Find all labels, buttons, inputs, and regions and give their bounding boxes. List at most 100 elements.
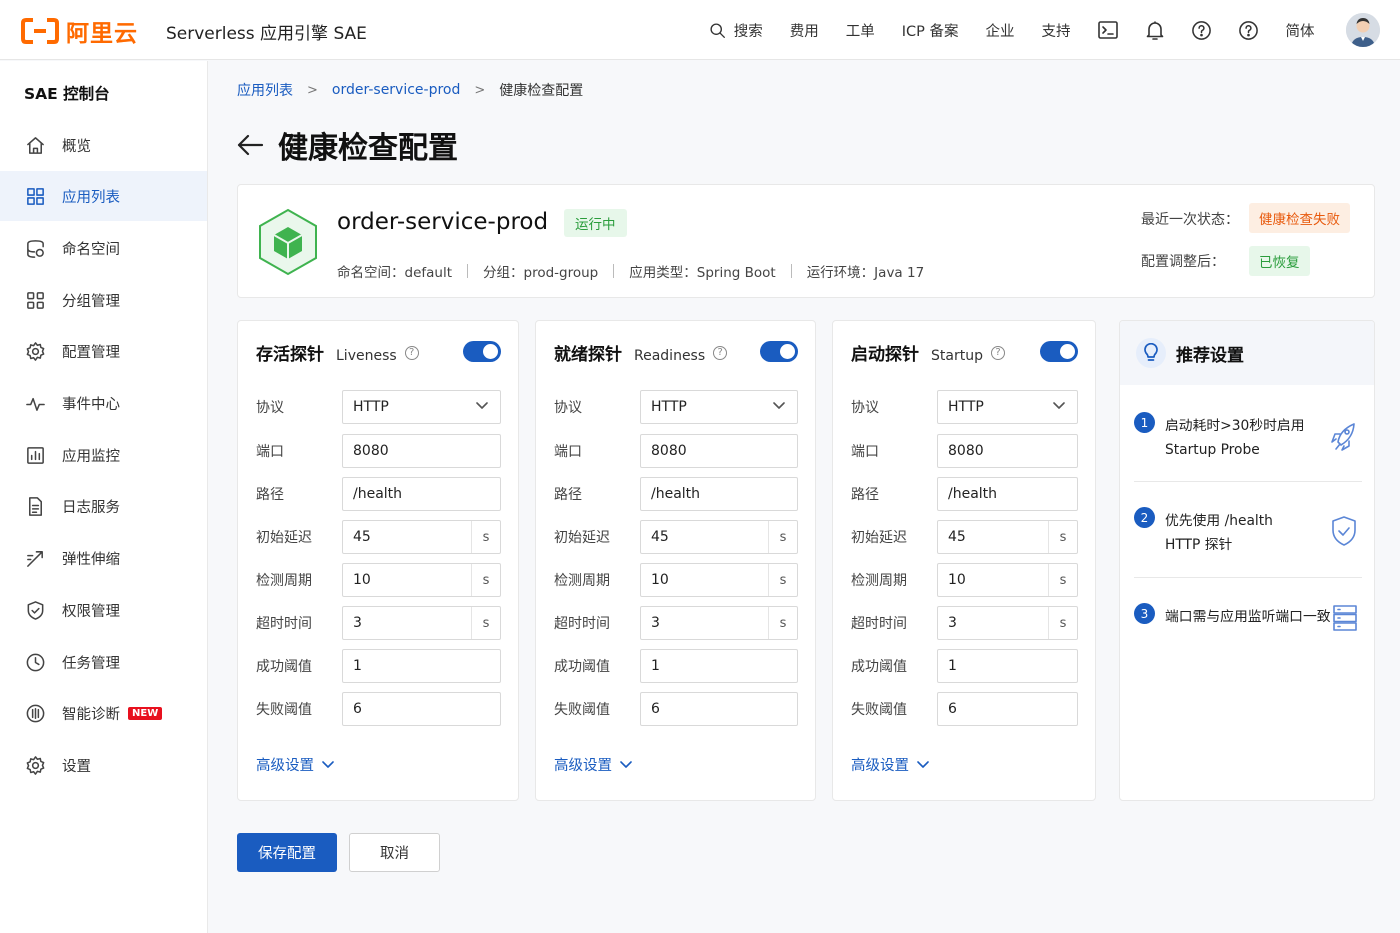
advanced-settings-toggle[interactable]: 高级设置: [256, 754, 334, 775]
divider: [467, 264, 469, 278]
advanced-settings-toggle[interactable]: 高级设置: [851, 754, 929, 775]
timeout-input[interactable]: 3s: [342, 606, 501, 640]
field-row: 失败阈值 6: [554, 692, 798, 726]
field-label: 超时时间: [256, 616, 312, 632]
port-input[interactable]: 8080: [640, 434, 798, 468]
help-icon[interactable]: ?: [990, 345, 1005, 360]
initial-delay-input[interactable]: 45 s: [640, 520, 798, 554]
success-input[interactable]: 1: [640, 649, 798, 683]
field-row: 协议 HTTP: [554, 390, 798, 424]
terminal-button[interactable]: [1084, 20, 1131, 40]
sidebar-item-label: 日志服务: [62, 499, 120, 516]
probe-enable-toggle[interactable]: [1040, 341, 1078, 362]
period-input[interactable]: 10 s: [640, 563, 798, 597]
advanced-label: 高级设置: [256, 758, 314, 774]
settings-icon: [26, 755, 45, 775]
sidebar-item-app-list[interactable]: 应用列表: [0, 171, 207, 221]
field-row: 检测周期 10 s: [256, 563, 501, 597]
protocol-input[interactable]: HTTP: [937, 390, 1078, 424]
question-icon: [1239, 20, 1258, 40]
probe-title: 存活探针: [256, 345, 324, 365]
sidebar-item-permissions[interactable]: 权限管理: [0, 585, 207, 635]
unit-suffix: s: [471, 521, 500, 553]
failure-input[interactable]: 6: [640, 692, 798, 726]
field-value: 1: [651, 658, 660, 674]
timeout-input[interactable]: 3s: [937, 606, 1078, 640]
aliyun-logo[interactable]: 阿里云: [20, 14, 138, 48]
success-input[interactable]: 1: [342, 649, 501, 683]
failure-input[interactable]: 6: [937, 692, 1078, 726]
path-input[interactable]: /health: [342, 477, 501, 511]
advanced-settings-toggle[interactable]: 高级设置: [554, 754, 632, 775]
question-button[interactable]: [1225, 20, 1272, 41]
help-icon[interactable]: ?: [404, 345, 419, 360]
probe-card-liveness: 存活探针 Liveness? 协议 HTTP 端口 8080 路径/health 初始延迟 45…: [237, 320, 519, 801]
nav-enterprise[interactable]: 企业: [972, 20, 1028, 41]
nav-icp[interactable]: ICP 备案: [888, 20, 972, 41]
back-arrow-icon[interactable]: [236, 133, 264, 157]
last-status-badge: 健康检查失败: [1249, 203, 1350, 233]
sidebar-item-label: 弹性伸缩: [62, 551, 120, 568]
success-input[interactable]: 1: [937, 649, 1078, 683]
sidebar-item-groups[interactable]: 分组管理: [0, 275, 207, 325]
chevron-down-icon: [476, 402, 488, 409]
period-input[interactable]: 10 s: [342, 563, 501, 597]
help-icon: [1192, 20, 1211, 40]
breadcrumb-app-list[interactable]: 应用列表: [237, 80, 293, 100]
sidebar-item-events[interactable]: 事件中心: [0, 378, 207, 428]
path-input[interactable]: /health: [937, 477, 1078, 511]
recommend-line: Startup Probe: [1165, 442, 1260, 458]
advanced-label: 高级设置: [851, 758, 909, 774]
initial-delay-input[interactable]: 45 s: [342, 520, 501, 554]
apps-grid-icon: [27, 187, 44, 205]
sidebar-item-settings[interactable]: 设置: [0, 740, 207, 790]
probe-enable-toggle[interactable]: [760, 341, 798, 362]
step-number: 1: [1134, 412, 1155, 433]
period-input[interactable]: 10 s: [937, 563, 1078, 597]
sidebar-item-tasks[interactable]: 任务管理: [0, 637, 207, 687]
brand-name: 阿里云: [66, 21, 138, 47]
save-button[interactable]: 保存配置: [237, 833, 337, 872]
port-input[interactable]: 8080: [937, 434, 1078, 468]
step-number: 3: [1134, 603, 1155, 624]
port-input[interactable]: 8080: [342, 434, 501, 468]
initial-delay-input[interactable]: 45 s: [937, 520, 1078, 554]
help-icon[interactable]: ?: [713, 345, 728, 360]
field-value: 6: [353, 701, 362, 717]
after-adjust-badge: 已恢复: [1249, 246, 1310, 276]
search-button[interactable]: 搜索: [695, 20, 776, 41]
avatar[interactable]: [1346, 13, 1380, 47]
notification-button[interactable]: [1131, 20, 1178, 41]
probe-header: 启动探针 Startup?: [851, 340, 1005, 365]
field-row: 成功阈值 1: [554, 649, 798, 683]
probe-subtitle: Startup: [931, 348, 983, 364]
sidebar-item-diagnosis[interactable]: 智能诊断 NEW: [0, 688, 207, 738]
protocol-input[interactable]: HTTP: [342, 390, 501, 424]
field-label: 失败阈值: [851, 702, 907, 718]
field-value: 1: [948, 658, 957, 674]
path-input[interactable]: /health: [640, 477, 798, 511]
nav-tickets[interactable]: 工单: [832, 20, 888, 41]
nav-support[interactable]: 支持: [1028, 20, 1084, 41]
app-cube-icon: [259, 208, 317, 276]
sidebar-item-monitor[interactable]: 应用监控: [0, 430, 207, 480]
sidebar-item-logs[interactable]: 日志服务: [0, 481, 207, 531]
nav-billing[interactable]: 费用: [776, 20, 832, 41]
failure-input[interactable]: 6: [342, 692, 501, 726]
unit-suffix: s: [471, 564, 500, 596]
sidebar-item-label: 权限管理: [62, 603, 120, 620]
chevron-right-icon: >: [307, 82, 318, 98]
cancel-button[interactable]: 取消: [349, 833, 440, 872]
protocol-input[interactable]: HTTP: [640, 390, 798, 424]
log-file-icon: [29, 496, 42, 516]
timeout-input[interactable]: 3s: [640, 606, 798, 640]
sidebar-item-config[interactable]: 配置管理: [0, 326, 207, 376]
probe-enable-toggle[interactable]: [463, 341, 501, 362]
help-button[interactable]: [1178, 20, 1225, 41]
sidebar-item-autoscale[interactable]: 弹性伸缩: [0, 533, 207, 583]
language-switch[interactable]: 简体: [1272, 20, 1328, 41]
breadcrumb-app[interactable]: order-service-prod: [332, 82, 460, 98]
sidebar-item-overview[interactable]: 概览: [0, 120, 207, 170]
field-row: 超时时间 3 s: [256, 606, 501, 640]
sidebar-item-namespace[interactable]: 命名空间: [0, 223, 207, 273]
